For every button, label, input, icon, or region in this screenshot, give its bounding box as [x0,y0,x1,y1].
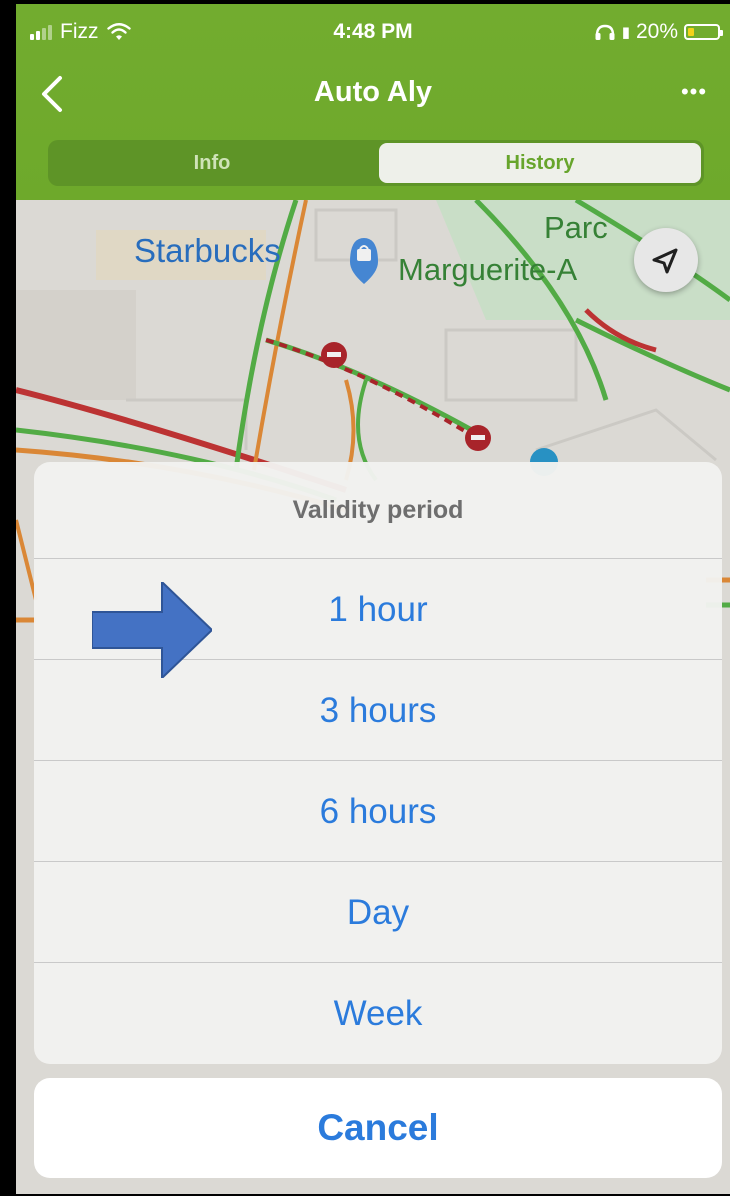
option-week[interactable]: Week [34,963,722,1064]
action-sheet-title: Validity period [34,462,722,559]
option-day[interactable]: Day [34,862,722,963]
segmented-control: Info History [48,140,704,186]
tab-history[interactable]: History [379,143,701,183]
app-header: Fizz 4:48 PM ▮ 20% Auto Aly ••• Info His… [16,4,730,200]
status-right: ▮ 20% [594,20,723,44]
nav-bar: Auto Aly ••• [16,60,730,132]
status-bar: Fizz 4:48 PM ▮ 20% [16,4,730,60]
more-button[interactable]: ••• [672,72,716,112]
headphones-icon [595,24,615,40]
app-frame: Fizz 4:48 PM ▮ 20% Auto Aly ••• Info His… [16,4,730,1194]
charging-indicator-icon: ▮ [621,24,630,41]
phone-screen: Fizz 4:48 PM ▮ 20% Auto Aly ••• Info His… [0,0,730,1196]
action-sheet: Validity period 1 hour 3 hours 6 hours D… [34,462,722,1064]
more-icon: ••• [680,79,708,104]
battery-percent: 20% [635,20,678,43]
arrow-icon [92,582,212,678]
page-title: Auto Aly [313,76,433,108]
option-6-hours[interactable]: 6 hours [34,761,722,862]
battery-icon [684,24,723,40]
cancel-button[interactable]: Cancel [34,1078,722,1178]
tab-info[interactable]: Info [51,143,373,183]
